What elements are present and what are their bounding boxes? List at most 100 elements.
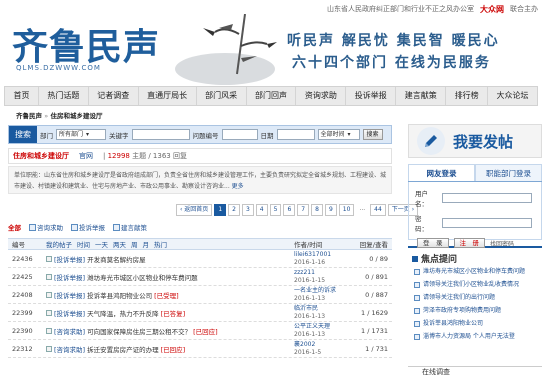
topic-icon	[46, 309, 52, 316]
pager-page[interactable]: 1	[214, 204, 227, 216]
pager-page[interactable]: 5	[269, 204, 282, 216]
row-title[interactable]: 可向国家保障房住房三期公租不交？	[87, 326, 191, 336]
hot-question-item[interactable]: 菏泽市政府专项购物费用问题	[408, 304, 542, 317]
row-category[interactable]: [投诉举报]	[54, 272, 85, 282]
hot-questions: 焦点提问 潍坊寿光市城区小区物业和停车费问题 请领导关注我们小区物业乱收费情况 …	[408, 246, 542, 343]
tab-consult[interactable]: 咨询求助	[29, 222, 63, 232]
nav-consult[interactable]: 资询求助	[296, 87, 347, 105]
row-author[interactable]: 襄2002	[294, 341, 349, 349]
department-website-link[interactable]: 官网	[79, 151, 93, 161]
nav-suggestion[interactable]: 建言献策	[396, 87, 447, 105]
time-select[interactable]: 全部时间 ▾	[317, 129, 360, 140]
tab-complaint[interactable]: 投诉举报	[71, 222, 105, 232]
hot-question-item[interactable]: 投诉莘县鸿阳物业公司	[408, 317, 542, 330]
hot-question-item[interactable]: 潍坊寿光市城区小区物业和停车费问题	[408, 265, 542, 278]
row-author[interactable]: zzz211	[294, 269, 349, 277]
department-intro-text: 单位职能：山东省住房和城乡建设厅是省政府组成部门，负责全省住房和城乡建设管理工作…	[14, 172, 387, 190]
row-title[interactable]: 天气降温，热力不升反降	[87, 308, 159, 318]
col-id: 编号	[12, 241, 25, 249]
tab-netizen-login[interactable]: 网友登录	[408, 164, 475, 181]
pager-page[interactable]: 8	[311, 204, 323, 216]
pager-last-page[interactable]: 44	[370, 204, 386, 216]
breadcrumb-root[interactable]: 齐鲁民声	[16, 112, 42, 120]
tab-department-login[interactable]: 职能部门登录	[475, 164, 542, 181]
pager-page[interactable]: 3	[241, 204, 254, 216]
right-panel: 我要发帖 网友登录 职能部门登录 用户名： 密 码： 登 录 注 册 找回密码 …	[408, 124, 542, 343]
hot-question-item[interactable]: 请领导关注我们小区物业乱收费情况	[408, 278, 542, 291]
hot-question-item[interactable]: 请领导关注我们的出行问题	[408, 291, 542, 304]
filter-time[interactable]: 时间	[77, 239, 90, 249]
nav-dept-echo[interactable]: 部门回声	[247, 87, 297, 105]
site-brand[interactable]: 齐鲁民声	[12, 18, 160, 70]
nav-ranking[interactable]: 排行榜	[446, 87, 489, 105]
row-category[interactable]: [咨询求助]	[54, 326, 85, 336]
row-title[interactable]: 开发商莫名解约房屋	[87, 254, 146, 264]
pager-page[interactable]: 10	[338, 204, 355, 216]
table-row[interactable]: 22436 [投诉举报] 开发商莫名解约房屋 lilei6317001 2016-1…	[8, 250, 392, 268]
filter-my-posts[interactable]: 我的帖子	[46, 239, 72, 249]
date-input[interactable]	[276, 129, 315, 140]
pager-page[interactable]: 9	[324, 204, 337, 216]
row-author[interactable]: 临沂市民	[294, 305, 349, 313]
row-category[interactable]: [咨询求助]	[54, 344, 85, 354]
breadcrumb-current: 住房和城乡建设厅	[50, 112, 103, 120]
pager-page[interactable]: 2	[228, 204, 240, 216]
pager-page[interactable]: 6	[283, 204, 296, 216]
row-stats: 1 / 1731	[361, 326, 388, 335]
pager-page[interactable]: 7	[297, 204, 310, 216]
row-title[interactable]: 拆迁安置房房产证的办理	[87, 344, 159, 354]
keyword-input[interactable]	[131, 129, 190, 140]
filter-one-day[interactable]: 一天	[95, 239, 108, 249]
dzwww-logo[interactable]: 大众网	[480, 4, 504, 15]
nav-dept-style[interactable]: 部门风采	[197, 87, 247, 105]
row-title[interactable]: 潍坊寿光市城区小区物业和停车费问题	[87, 272, 198, 282]
filter-week[interactable]: 周	[131, 239, 138, 249]
nav-home[interactable]: 首页	[5, 87, 39, 105]
tab-suggestion[interactable]: 建言献策	[113, 222, 147, 232]
pager-page[interactable]: 4	[255, 204, 268, 216]
tab-all[interactable]: 全部	[8, 222, 21, 232]
topic-icon	[46, 327, 52, 334]
hot-questions-title: 焦点提问	[408, 252, 542, 265]
nav-direct-director[interactable]: 直通厅局长	[139, 87, 197, 105]
register-button[interactable]: 注 册	[453, 238, 485, 248]
intro-more-link[interactable]: 更多	[232, 183, 244, 190]
row-author[interactable]: lilei6317001	[294, 251, 349, 259]
filter-two-days[interactable]: 两天	[113, 239, 126, 249]
partner-label: 联合主办	[510, 5, 538, 13]
pager-back-home[interactable]: ‹ 返回首页	[176, 204, 213, 216]
dept-select[interactable]: 所有部门 ▾	[56, 129, 106, 140]
filter-hot[interactable]: 热门	[154, 239, 167, 249]
table-row[interactable]: 22399 [投诉举报] 天气降温，热力不升反降 [已答复] 临沂市民 2016-1-…	[8, 304, 392, 322]
table-row[interactable]: 22425 [投诉举报] 潍坊寿光市城区小区物业和停车费问题 zzz211 2016…	[8, 268, 392, 286]
search-label-button[interactable]: 搜索	[9, 126, 37, 143]
row-author[interactable]: 一名业主的诉求	[294, 287, 349, 295]
password-input[interactable]	[442, 218, 532, 228]
row-category[interactable]: [投诉举报]	[54, 290, 85, 300]
search-submit-button[interactable]: 搜索	[362, 129, 383, 140]
username-input[interactable]	[442, 193, 532, 203]
department-name[interactable]: 住房和城乡建设厅	[13, 151, 69, 161]
hot-question-item[interactable]: 淄博市人力资源局 个人用户无法登	[408, 330, 542, 343]
topic-table-header: 编号 我的帖子 时间 一天 两天 周 月 热门 作者/时间 回复/查看	[8, 238, 392, 250]
nav-hot-topics[interactable]: 热门话题	[39, 87, 89, 105]
slogan-line-1: 听民声 解民忧 集民智 暖民心	[287, 33, 500, 49]
issue-number-input[interactable]	[221, 129, 258, 140]
sponsor-link[interactable]: 山东省人民政府纠正部门和行业不正之风办公室	[327, 4, 474, 14]
row-author[interactable]: 公平正义天理	[294, 323, 349, 331]
table-row[interactable]: 22408 [投诉举报] 投诉莘县鸿阳物业公司 [已受理] 一名业主的诉求 2016-…	[8, 286, 392, 304]
table-row[interactable]: 22312 [咨询求助] 拆迁安置房房产证的办理 [已回应] 襄2002 2016-1…	[8, 340, 392, 358]
row-category[interactable]: [投诉举报]	[54, 308, 85, 318]
time-select-value: 全部时间	[320, 131, 345, 138]
login-button[interactable]: 登 录	[417, 238, 449, 248]
nav-complaint[interactable]: 投诉举报	[346, 87, 397, 105]
table-row[interactable]: 22390 [咨询求助] 可向国家保障房住房三期公租不交？ [已回应] 公平正义天理…	[8, 322, 392, 340]
question-icon	[414, 320, 420, 327]
new-post-button[interactable]: 我要发帖	[408, 124, 542, 158]
row-title[interactable]: 投诉莘县鸿阳物业公司	[87, 290, 152, 300]
nav-reporter-survey[interactable]: 记者调查	[89, 87, 139, 105]
nav-forum[interactable]: 大众论坛	[488, 87, 537, 105]
filter-month[interactable]: 月	[143, 239, 150, 249]
row-category[interactable]: [投诉举报]	[54, 254, 85, 264]
forgot-password-link[interactable]: 找回密码	[490, 239, 514, 248]
